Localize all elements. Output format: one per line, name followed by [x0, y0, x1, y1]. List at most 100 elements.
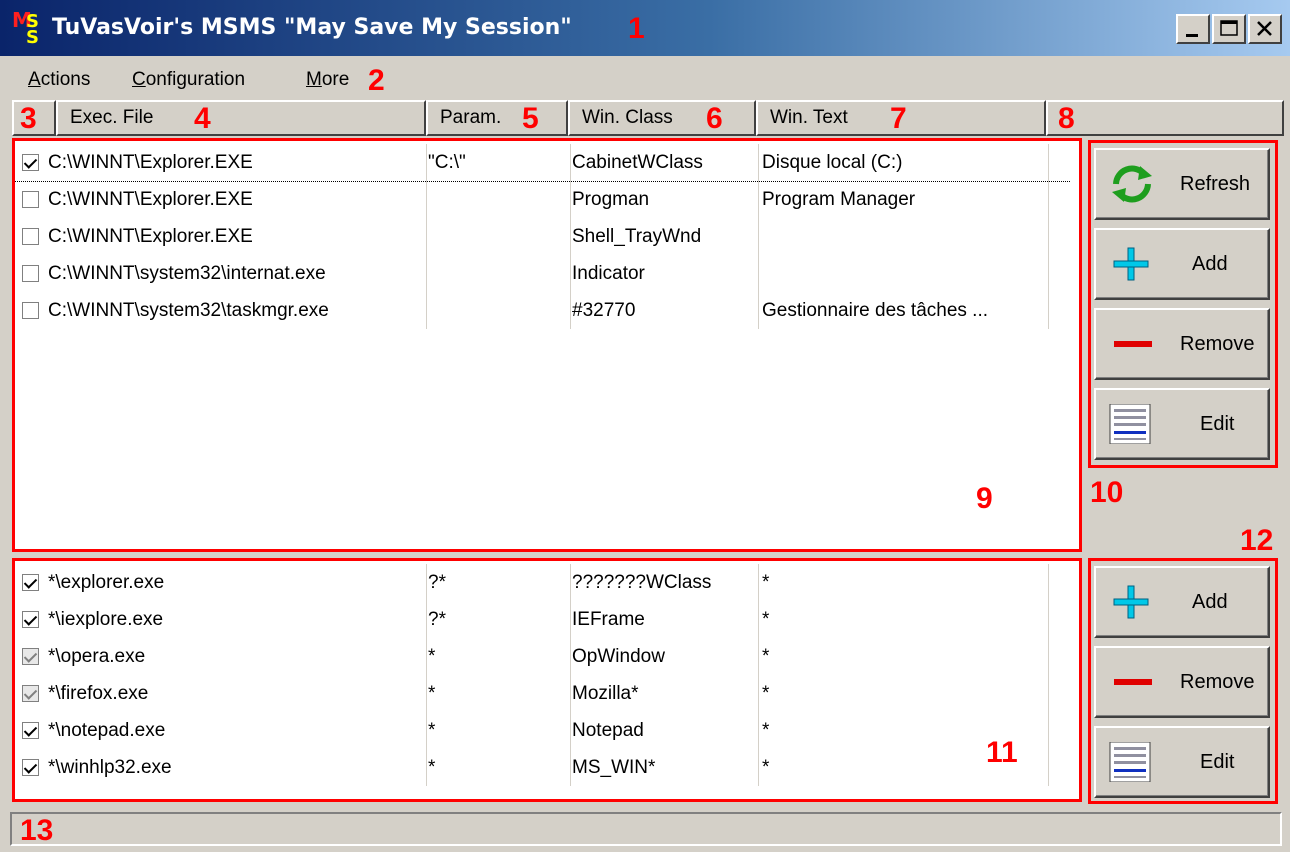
callout-10: 10 [1090, 476, 1124, 509]
cell-exec: *\explorer.exe [48, 572, 165, 593]
column-divider [426, 144, 427, 329]
filter-add-button-label: Add [1192, 591, 1228, 613]
row-checkbox[interactable] [22, 228, 39, 245]
row-checkbox[interactable] [22, 574, 39, 591]
status-bar [10, 812, 1282, 846]
session-add-button[interactable]: Add [1094, 228, 1270, 300]
close-button[interactable] [1248, 14, 1282, 44]
filter-row[interactable]: *\notepad.exe * Notepad * [14, 712, 1070, 749]
cell-win-class: Indicator [572, 263, 645, 284]
menu-more-accel: M [306, 69, 322, 90]
row-checkbox[interactable] [22, 302, 39, 319]
cell-exec: C:\WINNT\system32\taskmgr.exe [48, 300, 329, 321]
close-icon [1257, 21, 1272, 36]
cell-param [428, 255, 566, 292]
row-checkbox[interactable] [22, 685, 39, 702]
cell-win-text: * [762, 572, 770, 593]
cell-win-text [762, 255, 1052, 292]
header-param-label: Param. [440, 107, 502, 128]
app-icon[interactable]: M S S [12, 10, 44, 48]
row-checkbox[interactable] [22, 759, 39, 776]
filter-add-button[interactable]: Add [1094, 566, 1270, 638]
callout-2: 2 [368, 64, 385, 97]
filter-edit-button-label: Edit [1200, 751, 1235, 773]
edit-icon [1109, 742, 1151, 782]
cell-win-text: * [762, 683, 770, 704]
header-win-text-label: Win. Text [770, 107, 848, 128]
cell-exec: C:\WINNT\Explorer.EXE [48, 152, 253, 173]
row-checkbox[interactable] [22, 265, 39, 282]
minimize-icon [1186, 34, 1198, 37]
row-checkbox[interactable] [22, 191, 39, 208]
column-divider [758, 564, 759, 786]
menu-actions-label: ctions [40, 69, 91, 90]
filter-edit-button[interactable]: Edit [1094, 726, 1270, 798]
filter-row[interactable]: *\firefox.exe * Mozilla* * [14, 675, 1070, 712]
session-remove-button[interactable]: Remove [1094, 308, 1270, 380]
cell-param [428, 181, 566, 218]
header-filler [1046, 100, 1284, 136]
cell-win-text: Program Manager [762, 189, 916, 210]
menu-configuration[interactable]: Configuration [132, 64, 245, 96]
menu-more-label: ore [321, 69, 350, 90]
callout-4: 4 [194, 102, 211, 135]
session-row[interactable]: C:\WINNT\Explorer.EXE Shell_TrayWnd [14, 218, 1070, 255]
cell-win-text [762, 218, 1052, 255]
refresh-button[interactable]: Refresh [1094, 148, 1270, 220]
filter-row[interactable]: *\winhlp32.exe * MS_WIN* * [14, 749, 1070, 786]
sessions-list[interactable]: C:\WINNT\Explorer.EXE "C:\" CabinetWClass D… [12, 138, 1080, 552]
minimize-button[interactable] [1176, 14, 1210, 44]
callout-8: 8 [1058, 102, 1075, 135]
header-exec-file[interactable]: Exec. File [56, 100, 426, 136]
menu-actions[interactable]: Actions [28, 64, 90, 96]
callout-9: 9 [976, 482, 993, 515]
filter-remove-button-label: Remove [1180, 671, 1255, 693]
row-checkbox[interactable] [22, 648, 39, 665]
filter-remove-button[interactable]: Remove [1094, 646, 1270, 718]
session-row[interactable]: C:\WINNT\system32\internat.exe Indicator [14, 255, 1070, 292]
minus-icon [1114, 679, 1152, 685]
cell-exec: *\winhlp32.exe [48, 757, 172, 778]
cell-win-class: Notepad [572, 720, 644, 741]
cell-win-class: Shell_TrayWnd [572, 226, 702, 247]
edit-icon [1109, 404, 1151, 444]
row-checkbox[interactable] [22, 154, 39, 171]
column-divider [426, 564, 427, 786]
column-divider [1048, 564, 1049, 786]
header-param[interactable]: Param. [426, 100, 568, 136]
cell-win-class: Mozilla* [572, 683, 639, 704]
row-checkbox[interactable] [22, 722, 39, 739]
cell-win-class: #32770 [572, 300, 636, 321]
plus-icon [1113, 247, 1149, 281]
column-divider [570, 564, 571, 786]
filter-row[interactable]: *\opera.exe * OpWindow * [14, 638, 1070, 675]
callout-12: 12 [1240, 524, 1274, 557]
filter-row[interactable]: *\iexplore.exe ?* IEFrame * [14, 601, 1070, 638]
minus-icon [1114, 341, 1152, 347]
window-title: TuVasVoir's MSMS "May Save My Session" [52, 15, 572, 40]
cell-win-class: MS_WIN* [572, 757, 656, 778]
title-bar[interactable]: M S S TuVasVoir's MSMS "May Save My Sess… [0, 0, 1290, 56]
session-remove-button-label: Remove [1180, 333, 1255, 355]
header-exec-file-label: Exec. File [70, 107, 154, 128]
session-edit-button[interactable]: Edit [1094, 388, 1270, 460]
row-checkbox[interactable] [22, 611, 39, 628]
header-win-class[interactable]: Win. Class [568, 100, 756, 136]
column-divider [1048, 144, 1049, 329]
maximize-button[interactable] [1212, 14, 1246, 44]
cell-param: * [428, 646, 436, 667]
maximize-icon [1220, 20, 1238, 36]
menu-configuration-label: onfiguration [145, 69, 246, 90]
session-row[interactable]: C:\WINNT\system32\taskmgr.exe #32770 Gesti… [14, 292, 1070, 329]
filter-row[interactable]: *\explorer.exe ?* ???????WClass * [14, 564, 1070, 601]
plus-icon [1113, 585, 1149, 619]
callout-5: 5 [522, 102, 539, 135]
column-divider [758, 144, 759, 329]
session-row[interactable]: C:\WINNT\Explorer.EXE Progman Program Mana… [14, 181, 1070, 218]
cell-param [428, 218, 566, 255]
session-row[interactable]: C:\WINNT\Explorer.EXE "C:\" CabinetWClass D… [14, 144, 1070, 182]
menu-more[interactable]: More [306, 64, 349, 96]
app-icon-letter-s2: S [26, 27, 39, 48]
filters-list[interactable]: *\explorer.exe ?* ???????WClass * *\iexplore… [12, 558, 1080, 802]
callout-6: 6 [706, 102, 723, 135]
